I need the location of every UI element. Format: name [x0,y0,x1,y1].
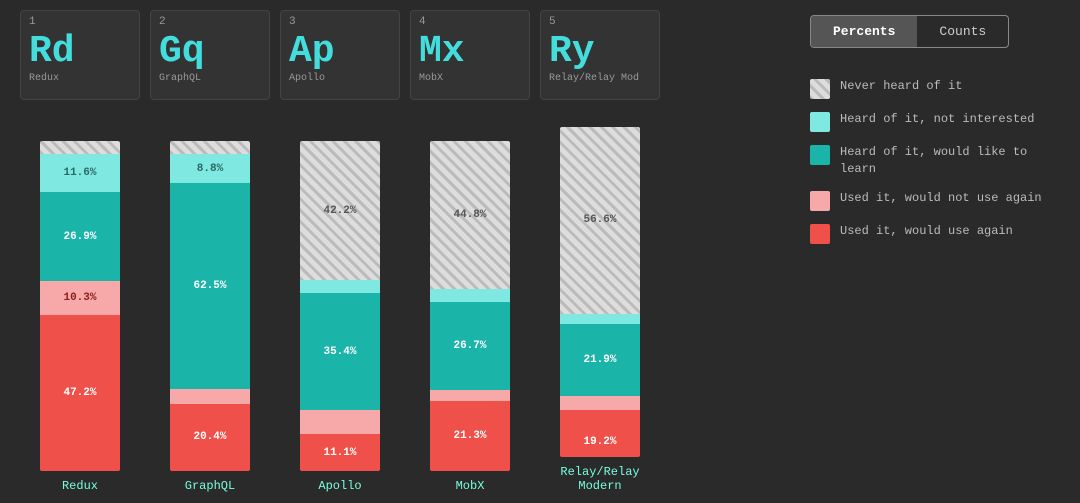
bar-segment-used-yes: 19.2% [560,410,640,457]
legend-item-used-not: Used it, would not use again [810,190,1060,211]
bar-segment-used-yes: 21.3% [430,401,510,471]
chart-label: Relay/Relay Modern [540,465,660,493]
bar-segment-heard-not: 8.8% [170,154,250,183]
bar-segment-heard-learn: 35.4% [300,293,380,410]
card-abbr: Rd [29,33,131,71]
bar-segment-heard-learn: 21.9% [560,324,640,396]
bar-segment-used-yes: 11.1% [300,434,380,471]
bar-container: 44.8% 26.7% 21.3% [430,141,510,471]
legend-text-never: Never heard of it [840,78,962,95]
card-name: Apollo [289,73,391,84]
legend: Never heard of it Heard of it, not intere… [810,78,1060,244]
bar-segment-never: 44.8% [430,141,510,289]
card-abbr: Ry [549,33,651,71]
bar-segment-used-not [430,390,510,401]
chart-col-mobx: 44.8% 26.7% 21.3% MobX [410,141,530,493]
legend-swatch-used-not [810,191,830,211]
bar-segment-never: 56.6% [560,127,640,314]
card-number: 2 [159,16,166,28]
card-abbr: Mx [419,33,521,71]
bar-segment-heard-not [560,314,640,324]
legend-text-heard-not: Heard of it, not interested [840,111,1034,128]
main-content: 1 Rd Redux 2 Gq GraphQL 3 Ap Apollo 4 Mx… [20,10,790,493]
counts-button[interactable]: Counts [917,16,1008,47]
bar-segment-used-not [170,389,250,403]
bar-segment-never: 42.2% [300,141,380,280]
chart-col-relay/relay-modern: 56.6% 21.9% 19.2% Relay/Relay Modern [540,127,660,493]
legend-item-heard-not: Heard of it, not interested [810,111,1060,132]
card-name: Relay/Relay Mod [549,73,651,84]
chart-label: Redux [62,479,98,493]
chart-col-apollo: 42.2% 35.4% 11.1% Apollo [280,141,400,493]
card-number: 4 [419,16,426,28]
bar-segment-heard-not: 11.6% [40,154,120,192]
bar-segment-heard-not [430,289,510,302]
legend-swatch-never [810,79,830,99]
bar-segment-heard-learn: 26.7% [430,302,510,390]
legend-text-used-yes: Used it, would use again [840,223,1013,240]
bar-segment-heard-learn: 26.9% [40,192,120,281]
bar-container: 8.8%62.5% 20.4% [170,141,250,471]
legend-swatch-heard-learn [810,145,830,165]
card-abbr: Gq [159,33,261,71]
legend-swatch-heard-not [810,112,830,132]
bar-segment-heard-not [300,280,380,293]
bar-segment-never [170,141,250,154]
bar-segment-used-not [560,396,640,410]
charts-row: 11.6%26.9%10.3%47.2% Redux 8.8%62.5% 20.4% G… [20,108,790,493]
card-name: MobX [419,73,521,84]
toggle-bar: Percents Counts [810,15,1009,48]
card-gq: 2 Gq GraphQL [150,10,270,100]
legend-swatch-used-yes [810,224,830,244]
cards-row: 1 Rd Redux 2 Gq GraphQL 3 Ap Apollo 4 Mx… [20,10,790,100]
bar-segment-used-not: 10.3% [40,281,120,315]
legend-text-heard-learn: Heard of it, would like to learn [840,144,1060,178]
bar-segment-used-not [300,410,380,434]
chart-col-redux: 11.6%26.9%10.3%47.2% Redux [20,141,140,493]
bar-container: 56.6% 21.9% 19.2% [560,127,640,457]
legend-item-never: Never heard of it [810,78,1060,99]
legend-text-used-not: Used it, would not use again [840,190,1042,207]
legend-item-heard-learn: Heard of it, would like to learn [810,144,1060,178]
chart-label: GraphQL [185,479,235,493]
legend-item-used-yes: Used it, would use again [810,223,1060,244]
card-mx: 4 Mx MobX [410,10,530,100]
card-name: GraphQL [159,73,261,84]
card-rd: 1 Rd Redux [20,10,140,100]
card-number: 1 [29,16,36,28]
card-number: 5 [549,16,556,28]
chart-col-graphql: 8.8%62.5% 20.4% GraphQL [150,141,270,493]
chart-label: Apollo [318,479,361,493]
percents-button[interactable]: Percents [811,16,917,47]
bar-segment-never [40,141,120,154]
card-ap: 3 Ap Apollo [280,10,400,100]
card-ry: 5 Ry Relay/Relay Mod [540,10,660,100]
card-name: Redux [29,73,131,84]
chart-label: MobX [456,479,485,493]
bar-container: 11.6%26.9%10.3%47.2% [40,141,120,471]
right-panel: Percents Counts Never heard of it Heard o… [790,10,1060,493]
bar-segment-used-yes: 47.2% [40,315,120,471]
bar-segment-heard-learn: 62.5% [170,183,250,389]
bar-segment-used-yes: 20.4% [170,404,250,471]
card-abbr: Ap [289,33,391,71]
bar-container: 42.2% 35.4% 11.1% [300,141,380,471]
card-number: 3 [289,16,296,28]
